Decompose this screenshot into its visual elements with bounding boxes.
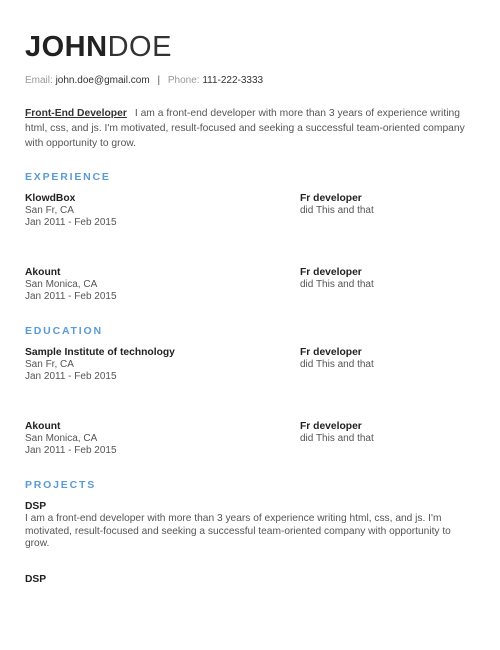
project-description: I am a front-end developer with more tha… xyxy=(25,513,451,549)
summary-paragraph: Front-End Developer I am a front-end deve… xyxy=(25,106,475,151)
education-role: Fr developer xyxy=(300,347,362,358)
experience-description: did This and that xyxy=(300,279,374,290)
email-label: Email: xyxy=(25,75,53,86)
experience-dates: Jan 2011 - Feb 2015 xyxy=(25,217,117,228)
project-name: DSP xyxy=(25,573,47,585)
education-dates: Jan 2011 - Feb 2015 xyxy=(25,371,117,382)
phone-value: 111-222-3333 xyxy=(202,75,264,86)
experience-dates: Jan 2011 - Feb 2015 xyxy=(25,291,117,302)
education-role: Fr developer xyxy=(300,421,362,432)
projects-section: PROJECTS DSP I am a front-end developer … xyxy=(25,479,476,586)
contact-separator: | xyxy=(157,75,161,86)
education-entry: Sample Institute of technology San Fr, C… xyxy=(25,347,476,395)
education-entry: Akount San Monica, CA Jan 2011 - Feb 201… xyxy=(25,421,476,469)
experience-location: San Monica, CA xyxy=(25,279,98,290)
experience-description: did This and that xyxy=(300,205,374,216)
contact-line: Email: john.doe@gmail.com | Phone: 111-2… xyxy=(25,75,476,89)
education-section: EDUCATION Sample Institute of technology… xyxy=(25,325,476,469)
project-entry: DSP xyxy=(25,574,476,586)
education-description: did This and that xyxy=(300,433,374,444)
experience-location: San Fr, CA xyxy=(25,205,74,216)
education-description: did This and that xyxy=(300,359,374,370)
phone-label: Phone: xyxy=(167,75,200,86)
education-location: San Fr, CA xyxy=(25,359,74,370)
name-heading: JOHNDOE xyxy=(25,32,476,64)
experience-role: Fr developer xyxy=(300,267,362,278)
project-entry: DSP I am a front-end developer with more… xyxy=(25,501,476,551)
education-school: Sample Institute of technology xyxy=(25,347,175,358)
resume-page: JOHNDOE Email: john.doe@gmail.com | Phon… xyxy=(0,0,500,650)
section-title-education: EDUCATION xyxy=(25,325,103,337)
summary-role: Front-End Developer xyxy=(25,108,127,119)
experience-entry: Akount San Monica, CA Jan 2011 - Feb 201… xyxy=(25,267,476,315)
first-name: JOHN xyxy=(25,31,108,63)
email-value[interactable]: john.doe@gmail.com xyxy=(56,75,150,86)
experience-company: Akount xyxy=(25,267,61,278)
last-name: DOE xyxy=(107,31,172,63)
project-name: DSP xyxy=(25,501,47,512)
section-title-experience: EXPERIENCE xyxy=(25,171,111,183)
experience-section: EXPERIENCE KlowdBox San Fr, CA Jan 2011 … xyxy=(25,171,476,315)
experience-company: KlowdBox xyxy=(25,193,76,204)
education-school: Akount xyxy=(25,421,61,432)
education-dates: Jan 2011 - Feb 2015 xyxy=(25,445,117,456)
section-title-projects: PROJECTS xyxy=(25,479,96,491)
education-location: San Monica, CA xyxy=(25,433,98,444)
experience-entry: KlowdBox San Fr, CA Jan 2011 - Feb 2015 … xyxy=(25,193,476,241)
experience-role: Fr developer xyxy=(300,193,362,204)
